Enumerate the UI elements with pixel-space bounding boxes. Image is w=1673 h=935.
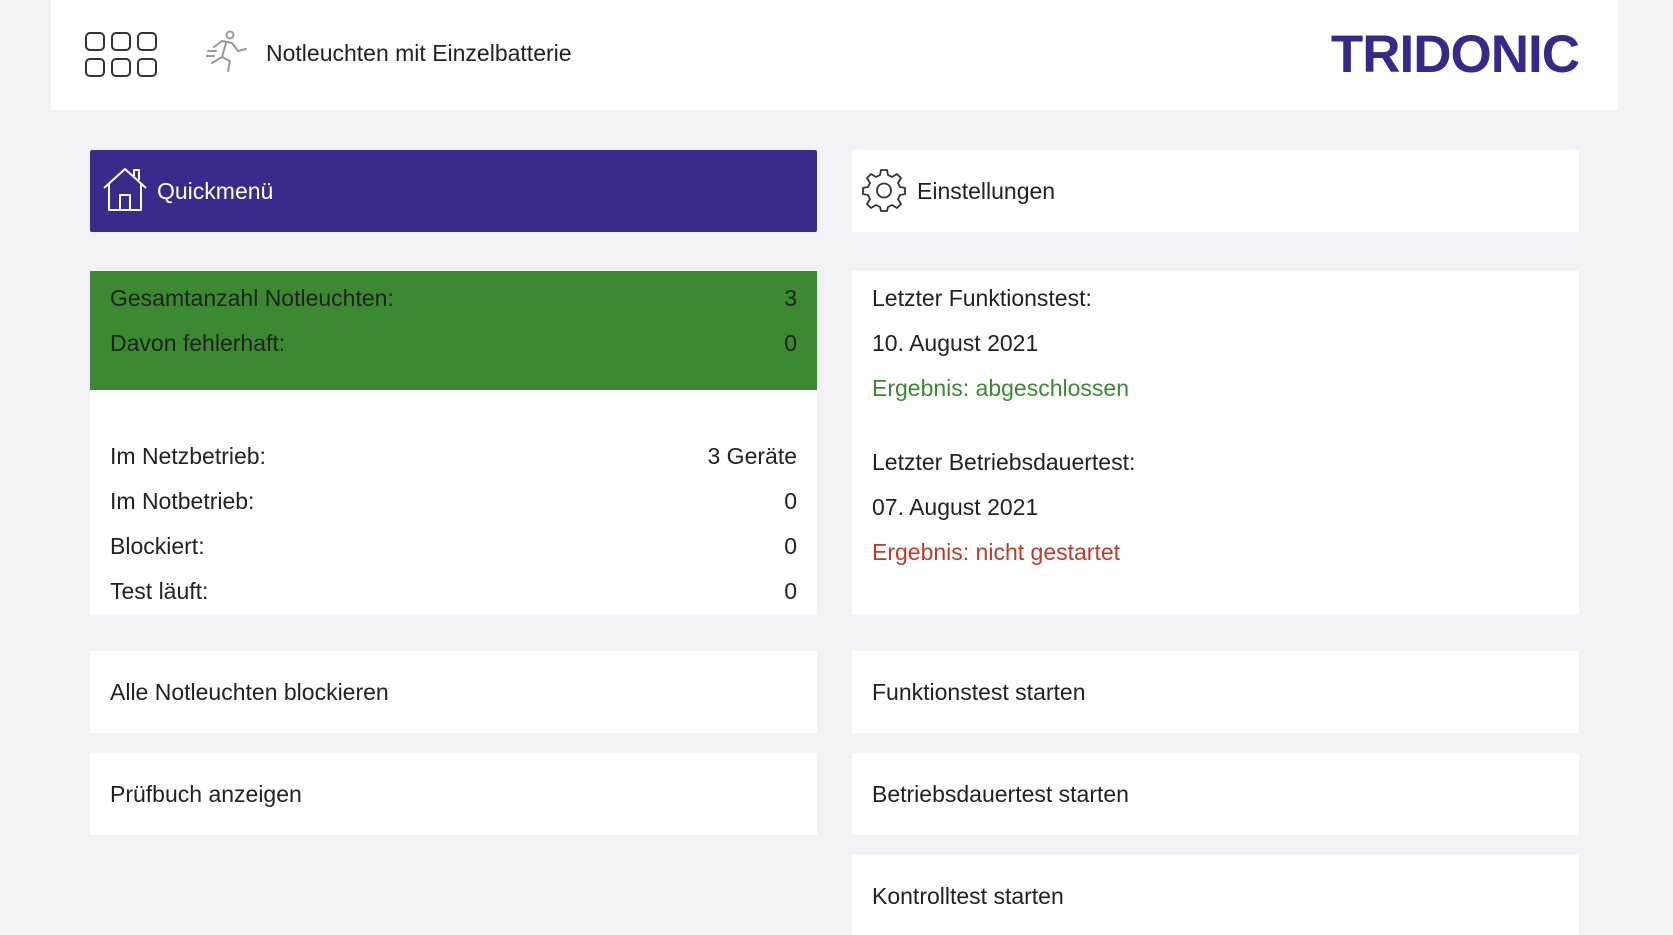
test-running-label: Test läuft: <box>110 578 209 604</box>
status-summary-card: Gesamtanzahl Notleuchten: 3 Davon fehler… <box>90 271 817 615</box>
brand-logo: TRIDONIC <box>1330 25 1580 84</box>
apps-grid-icon[interactable] <box>85 31 157 78</box>
start-control-test-label: Kontrolltest starten <box>872 883 1064 909</box>
blocked-value: 0 <box>784 533 797 559</box>
home-icon <box>103 168 147 211</box>
emergency-operation-value: 0 <box>784 488 797 514</box>
last-duration-test-label: Letzter Betriebsdauertest: <box>872 449 1136 475</box>
total-luminaires-row: Gesamtanzahl Notleuchten: 3 <box>110 285 797 315</box>
quick-menu-label: Quickmenü <box>157 178 274 204</box>
last-function-test-label: Letzter Funktionstest: <box>872 285 1092 311</box>
faulty-luminaires-label: Davon fehlerhaft: <box>110 330 286 356</box>
show-logbook-label: Prüfbuch anzeigen <box>110 781 302 807</box>
app-header: Notleuchten mit Einzelbatterie TRIDONIC <box>51 0 1618 110</box>
settings-label: Einstellungen <box>917 178 1056 204</box>
running-person-icon <box>206 30 247 72</box>
settings-button[interactable]: Einstellungen <box>852 150 1579 232</box>
mains-operation-row: Im Netzbetrieb: 3 Geräte <box>110 443 797 473</box>
test-running-row: Test läuft: 0 <box>110 578 797 608</box>
emergency-operation-label: Im Notbetrieb: <box>110 488 255 514</box>
block-all-label: Alle Notleuchten blockieren <box>110 679 389 705</box>
last-duration-test-result: Ergebnis: nicht gestartet <box>872 539 1121 565</box>
last-duration-test-date: 07. August 2021 <box>872 494 1039 520</box>
last-tests-card: Letzter Funktionstest: 10. August 2021 E… <box>852 271 1579 615</box>
start-function-test-button[interactable]: Funktionstest starten <box>852 651 1579 733</box>
block-all-button[interactable]: Alle Notleuchten blockieren <box>90 651 817 733</box>
total-luminaires-label: Gesamtanzahl Notleuchten: <box>110 285 394 311</box>
emergency-operation-row: Im Notbetrieb: 0 <box>110 488 797 518</box>
last-function-test-result: Ergebnis: abgeschlossen <box>872 375 1129 401</box>
test-running-value: 0 <box>784 578 797 604</box>
gear-icon <box>862 169 906 212</box>
mains-operation-label: Im Netzbetrieb: <box>110 443 266 469</box>
show-logbook-button[interactable]: Prüfbuch anzeigen <box>90 753 817 835</box>
start-function-test-label: Funktionstest starten <box>872 679 1086 705</box>
total-luminaires-value: 3 <box>784 285 797 311</box>
faulty-luminaires-value: 0 <box>784 330 797 356</box>
blocked-label: Blockiert: <box>110 533 205 559</box>
start-duration-test-label: Betriebsdauertest starten <box>872 781 1129 807</box>
last-function-test-date: 10. August 2021 <box>872 330 1039 356</box>
faulty-luminaires-row: Davon fehlerhaft: 0 <box>110 330 797 360</box>
mains-operation-value: 3 Geräte <box>707 443 798 469</box>
start-duration-test-button[interactable]: Betriebsdauertest starten <box>852 753 1579 835</box>
quick-menu-button[interactable]: Quickmenü <box>90 150 817 232</box>
blocked-row: Blockiert: 0 <box>110 533 797 563</box>
status-summary-panel: Gesamtanzahl Notleuchten: 3 Davon fehler… <box>90 271 817 390</box>
page-title: Notleuchten mit Einzelbatterie <box>266 40 572 66</box>
start-control-test-button[interactable]: Kontrolltest starten <box>852 855 1579 935</box>
